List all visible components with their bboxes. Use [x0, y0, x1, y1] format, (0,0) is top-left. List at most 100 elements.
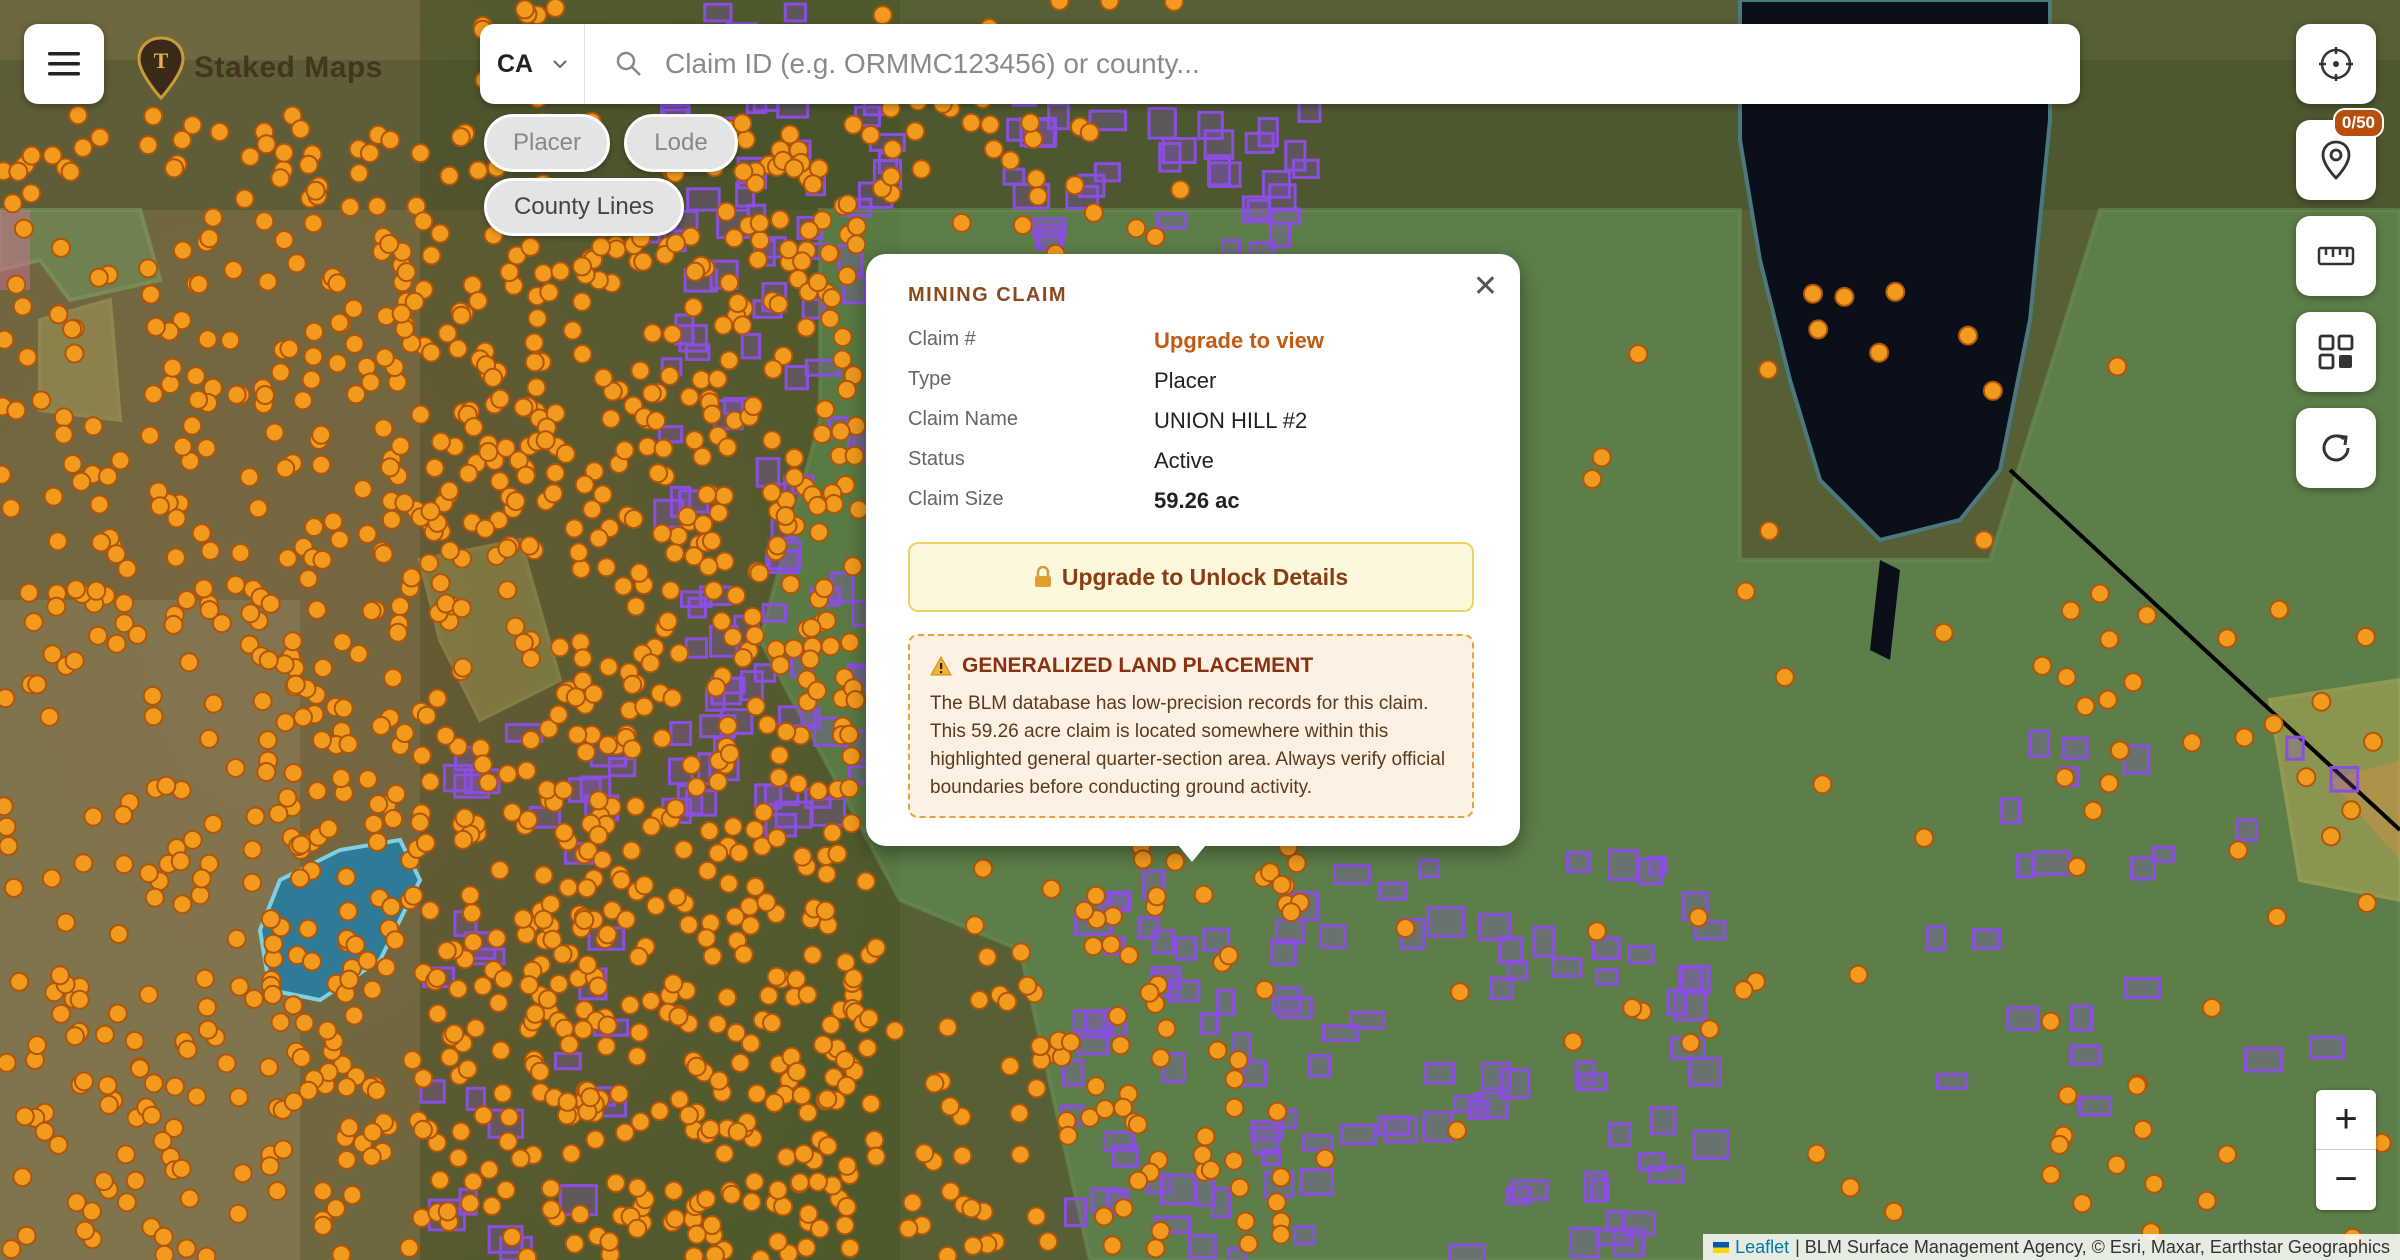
placer-claim-marker[interactable] — [722, 627, 743, 648]
placer-claim-marker[interactable] — [601, 408, 621, 429]
placer-claim-marker[interactable] — [303, 213, 324, 234]
lode-claim-parcel[interactable] — [1680, 965, 1704, 994]
placer-claim-marker[interactable] — [872, 5, 893, 26]
placer-claim-marker[interactable] — [172, 240, 193, 261]
placer-claim-marker[interactable] — [125, 1170, 146, 1191]
placer-claim-marker[interactable] — [499, 1107, 520, 1128]
placer-claim-marker[interactable] — [230, 543, 251, 563]
placer-claim-marker[interactable] — [329, 312, 350, 333]
lode-claim-parcel[interactable] — [1268, 183, 1297, 212]
lode-claim-parcel[interactable] — [2078, 1095, 2113, 1117]
placer-claim-marker[interactable] — [424, 457, 445, 478]
placer-claim-marker[interactable] — [783, 638, 804, 659]
placer-claim-marker[interactable] — [191, 523, 212, 544]
lode-claim-parcel[interactable] — [1569, 1226, 1601, 1259]
placer-claim-marker[interactable] — [1207, 1040, 1228, 1061]
lode-claim-parcel[interactable] — [1426, 906, 1466, 938]
placer-claim-marker[interactable] — [242, 872, 263, 893]
lode-claim-parcel[interactable] — [1583, 1170, 1608, 1203]
placer-claim-marker[interactable] — [399, 1237, 420, 1258]
placer-claim-marker[interactable] — [640, 991, 661, 1011]
placer-claim-marker[interactable] — [1023, 129, 1044, 149]
placer-claim-marker[interactable] — [2355, 627, 2376, 647]
placer-claim-marker[interactable] — [81, 1201, 102, 1222]
placer-claim-marker[interactable] — [733, 944, 754, 965]
placer-claim-marker[interactable] — [627, 1177, 648, 1198]
lode-claim-parcel[interactable] — [1197, 110, 1224, 141]
placer-claim-marker[interactable] — [905, 121, 926, 142]
placer-claim-marker[interactable] — [803, 174, 823, 195]
placer-claim-marker[interactable] — [784, 448, 805, 468]
placer-claim-marker[interactable] — [597, 1015, 618, 1036]
lode-claim-parcel[interactable] — [1688, 1056, 1722, 1087]
placer-claim-marker[interactable] — [27, 674, 48, 695]
placer-claim-marker[interactable] — [1, 1239, 22, 1260]
placer-claim-marker[interactable] — [784, 158, 805, 179]
placer-claim-marker[interactable] — [53, 424, 74, 445]
placer-claim-marker[interactable] — [457, 1059, 478, 1080]
placer-claim-marker[interactable] — [490, 388, 511, 409]
placer-claim-marker[interactable] — [156, 775, 177, 796]
placer-claim-marker[interactable] — [1, 498, 22, 519]
placer-claim-marker[interactable] — [514, 0, 535, 20]
placer-claim-marker[interactable] — [553, 779, 574, 800]
placer-claim-marker[interactable] — [857, 1038, 878, 1058]
placer-claim-marker[interactable] — [258, 650, 279, 671]
placer-claim-marker[interactable] — [1582, 469, 1603, 489]
placer-claim-marker[interactable] — [2107, 356, 2128, 377]
placer-claim-marker[interactable] — [448, 979, 469, 999]
placer-claim-marker[interactable] — [2032, 655, 2053, 676]
placer-claim-marker[interactable] — [577, 954, 598, 975]
placer-claim-marker[interactable] — [226, 928, 247, 949]
placer-claim-marker[interactable] — [709, 1070, 729, 1091]
placer-claim-marker[interactable] — [720, 743, 740, 764]
placer-claim-marker[interactable] — [1102, 906, 1123, 927]
placer-claim-marker[interactable] — [642, 323, 663, 344]
placer-claim-marker[interactable] — [665, 233, 686, 254]
measure-button[interactable] — [2296, 216, 2376, 296]
placer-claim-marker[interactable] — [228, 1203, 249, 1224]
placer-claim-marker[interactable] — [629, 562, 650, 583]
placer-claim-marker[interactable] — [552, 944, 573, 965]
placer-claim-marker[interactable] — [367, 832, 388, 852]
placer-claim-marker[interactable] — [416, 705, 437, 726]
placer-claim-marker[interactable] — [827, 843, 848, 864]
placer-claim-marker[interactable] — [468, 160, 489, 181]
placer-claim-marker[interactable] — [686, 1056, 707, 1077]
lode-claim-parcel[interactable] — [1499, 1068, 1531, 1100]
placer-claim-marker[interactable] — [223, 260, 244, 280]
placer-claim-marker[interactable] — [197, 1019, 218, 1040]
placer-claim-marker[interactable] — [1315, 1148, 1336, 1169]
placer-claim-marker[interactable] — [290, 119, 311, 140]
placer-claim-marker[interactable] — [530, 1061, 551, 1082]
placer-claim-marker[interactable] — [483, 367, 503, 388]
placer-claim-marker[interactable] — [275, 458, 296, 479]
placer-claim-marker[interactable] — [140, 284, 161, 305]
placer-claim-marker[interactable] — [701, 531, 722, 551]
placer-claim-marker[interactable] — [1884, 1201, 1904, 1222]
placer-claim-marker[interactable] — [837, 1155, 858, 1176]
placer-claim-marker[interactable] — [620, 995, 641, 1015]
placer-claim-marker[interactable] — [646, 410, 667, 431]
placer-claim-marker[interactable] — [496, 1180, 516, 1201]
placer-claim-marker[interactable] — [810, 1218, 830, 1239]
lode-claim-parcel[interactable] — [1333, 863, 1371, 885]
placer-claim-marker[interactable] — [1628, 344, 1649, 364]
filter-chip-placer[interactable]: Placer — [484, 114, 610, 172]
placer-claim-marker[interactable] — [686, 1224, 707, 1245]
placer-claim-marker[interactable] — [352, 479, 373, 500]
placer-claim-marker[interactable] — [526, 377, 547, 398]
lode-claim-parcel[interactable] — [2000, 797, 2022, 825]
placer-claim-marker[interactable] — [673, 839, 694, 860]
placer-claim-marker[interactable] — [124, 1030, 145, 1051]
placer-claim-marker[interactable] — [311, 454, 332, 475]
placer-claim-marker[interactable] — [472, 976, 493, 997]
placer-claim-marker[interactable] — [138, 984, 159, 1005]
placer-claim-marker[interactable] — [325, 1198, 346, 1219]
placer-claim-marker[interactable] — [807, 680, 828, 701]
placer-claim-marker[interactable] — [559, 1034, 580, 1055]
placer-claim-marker[interactable] — [129, 1058, 150, 1079]
placer-claim-marker[interactable] — [735, 129, 756, 150]
placer-claim-marker[interactable] — [360, 372, 381, 393]
placer-claim-marker[interactable] — [570, 632, 591, 653]
